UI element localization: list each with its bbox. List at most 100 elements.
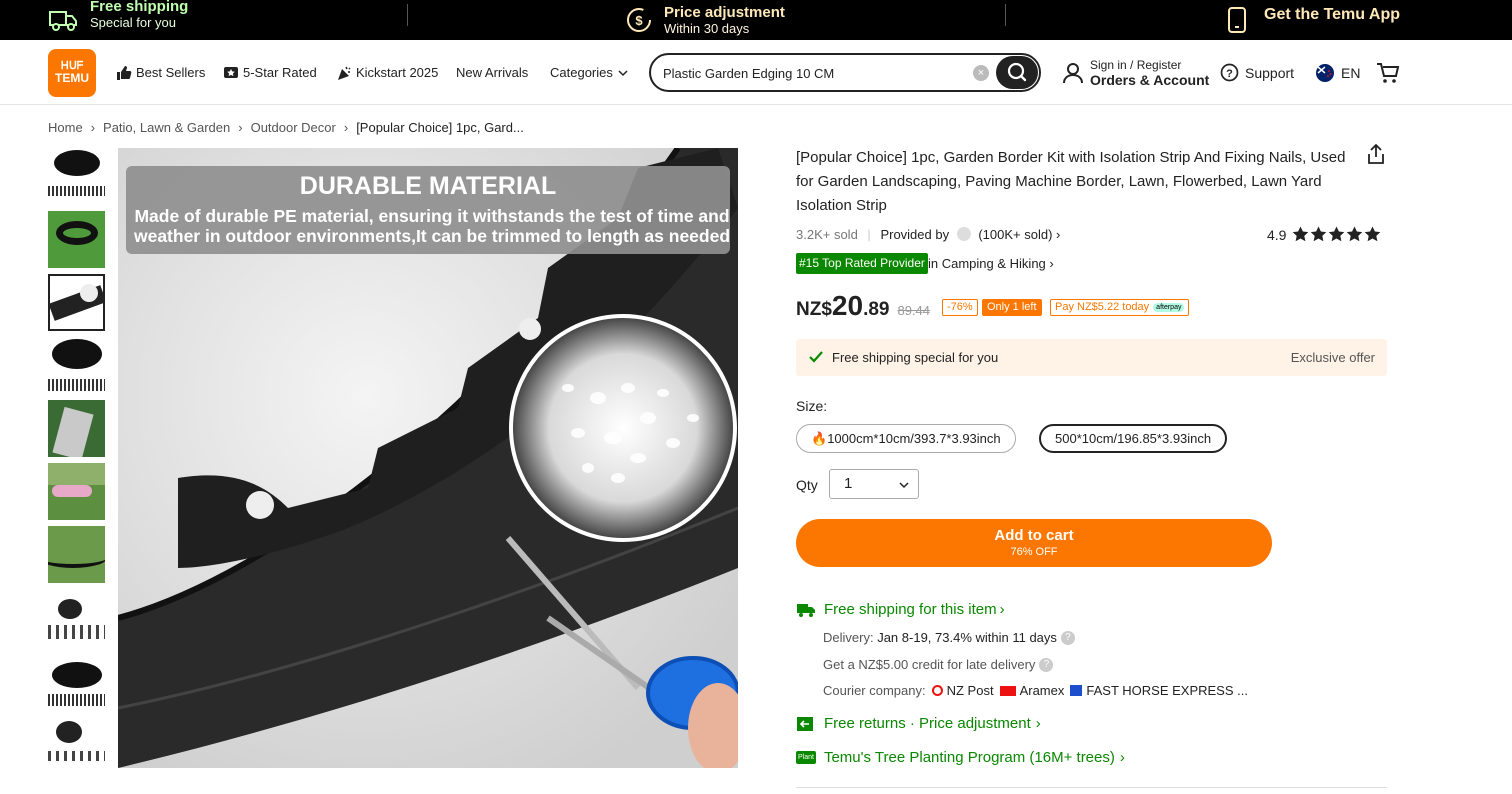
party-popper-icon (338, 66, 351, 80)
svg-text:?: ? (1226, 68, 1233, 80)
image-headline: DURABLE MATERIAL (299, 172, 557, 200)
quantity-select[interactable]: 1 (829, 469, 919, 499)
add-to-cart-sub: 76% OFF (1010, 546, 1058, 558)
get-app-promo[interactable]: Get the Temu App (1226, 0, 1400, 40)
support-link[interactable]: ? Support (1220, 40, 1294, 105)
breadcrumb: Home › Patio, Lawn & Garden › Outdoor Deco… (48, 120, 532, 135)
chevron-down-icon (899, 482, 909, 489)
size-label: Size: (796, 398, 828, 414)
thumbnail-5[interactable] (48, 400, 105, 457)
nav-best-sellers[interactable]: Best Sellers (116, 40, 205, 105)
search-input[interactable] (663, 63, 963, 83)
chevron-right-icon: › (1119, 749, 1125, 766)
language-selector[interactable]: EN (1316, 40, 1360, 105)
meta-divider: | (867, 227, 871, 242)
thumbnail-1[interactable] (48, 148, 105, 205)
search-icon (1007, 62, 1027, 82)
delivery-info: Delivery: Jan 8-19, 73.4% within 11 days… (823, 630, 1075, 645)
sold-count: 3.2K+ sold (796, 227, 858, 242)
breadcrumb-home[interactable]: Home (48, 120, 83, 135)
provider-sold[interactable]: (100K+ sold) (978, 227, 1052, 242)
nav-label: Best Sellers (136, 65, 206, 80)
dollar-clock-icon: $ (627, 8, 651, 32)
thumbnail-8[interactable] (48, 589, 105, 646)
nav-new-arrivals[interactable]: New Arrivals (456, 40, 528, 105)
thumbnail-9[interactable] (48, 652, 105, 709)
size-option-1000cm[interactable]: 🔥1000cm*10cm/393.7*3.93inch (796, 424, 1016, 453)
thumbnail-2[interactable] (48, 211, 105, 268)
logo-text: TEMU (55, 71, 89, 85)
check-icon (809, 351, 823, 363)
courier-name: NZ Post (946, 683, 994, 698)
sales-meta: 3.2K+ sold | Provided by (100K+ sold) › (796, 227, 1060, 242)
chevron-right-icon: › (999, 601, 1005, 618)
user-icon (1063, 62, 1083, 83)
qty-label: Qty (796, 477, 818, 493)
add-to-cart-button[interactable]: Add to cart 76% OFF (796, 519, 1272, 567)
free-returns-link[interactable]: Free returns · Price adjustment › (796, 715, 1041, 732)
rating[interactable]: 4.9 (1267, 226, 1382, 243)
price-adjustment-promo[interactable]: $ Price adjustment Within 30 days (625, 0, 785, 40)
nav-kickstart-2025[interactable]: Kickstart 2025 (336, 40, 438, 105)
courier-name: FAST HORSE EXPRESS ... (1086, 683, 1248, 698)
breadcrumb-patio[interactable]: Patio, Lawn & Garden (103, 120, 230, 135)
discount-badge: -76% (942, 299, 978, 316)
language-label: EN (1341, 64, 1361, 81)
thumbnail-3-selected[interactable] (48, 274, 105, 331)
info-icon[interactable]: ? (1039, 657, 1054, 672)
five-star-icon (1293, 226, 1381, 242)
divider (1005, 4, 1006, 26)
main-product-image[interactable]: DURABLE MATERIAL Made of durable PE mate… (118, 148, 738, 768)
product-title: [Popular Choice] 1pc, Garden Border Kit … (796, 149, 1346, 214)
breadcrumb-separator: › (343, 120, 349, 135)
size-option-label: 500*10cm/196.85*3.93inch (1055, 431, 1212, 446)
original-price: 89.44 (897, 303, 931, 318)
support-label: Support (1245, 64, 1295, 81)
free-shipping-item-link[interactable]: Free shipping for this item › (796, 601, 1005, 618)
provided-by-label: Provided by (880, 227, 950, 242)
thumbnail-6[interactable] (48, 463, 105, 520)
breadcrumb-outdoor-decor[interactable]: Outdoor Decor (251, 120, 336, 135)
account-menu[interactable]: Sign in / Register Orders & Account (1063, 40, 1209, 105)
help-circle-icon: ? (1220, 63, 1239, 82)
nz-post-logo-icon (931, 685, 943, 696)
delivery-label: Delivery: (823, 630, 874, 645)
chevron-right-icon: › (1056, 227, 1061, 242)
plant-badge-icon: Plant (796, 751, 816, 764)
cart-link[interactable] (1376, 40, 1400, 105)
share-button[interactable] (1366, 143, 1386, 170)
clear-search-icon[interactable]: × (973, 65, 989, 81)
thumbnail-4[interactable] (48, 337, 105, 394)
thumbnail-7[interactable] (48, 526, 105, 583)
pay-today-badge[interactable]: Pay NZ$5.22 today afterpay (1050, 299, 1190, 316)
top-rated-category[interactable]: in Camping & Hiking › (928, 256, 1054, 271)
late-delivery-credit: Get a NZ$5.00 credit for late delivery ? (823, 657, 1054, 672)
nav-five-star-rated[interactable]: 5-Star Rated (223, 40, 317, 105)
search-button[interactable] (996, 56, 1038, 89)
info-icon[interactable]: ? (1060, 630, 1075, 645)
pay-today-label: Pay NZ$5.22 today (1055, 301, 1150, 313)
search-bar: × (649, 53, 1041, 92)
promo-bar: Free shipping Special for you $ Price ad… (0, 0, 1512, 40)
breadcrumb-current: [Popular Choice] 1pc, Gard... (356, 120, 524, 135)
exclusive-offer: Exclusive offer (1290, 350, 1375, 365)
temu-logo[interactable]: ᕼᑌᖴ TEMU (48, 49, 96, 97)
image-body-text: Made of durable PE material, ensuring it… (133, 206, 731, 246)
thumbnail-10[interactable] (48, 715, 105, 768)
nav-categories[interactable]: Categories (550, 40, 629, 105)
orders-account-label: Orders & Account (1090, 71, 1210, 88)
chevron-right-icon: › (1049, 256, 1054, 271)
star-badge-icon (224, 66, 238, 78)
add-to-cart-label: Add to cart (994, 527, 1074, 544)
price-adjustment-sub: Within 30 days (664, 20, 750, 36)
return-box-icon (797, 716, 813, 731)
stock-badge: Only 1 left (982, 299, 1042, 316)
shipping-notice: Free shipping special for you Exclusive … (796, 339, 1387, 376)
size-option-500cm-selected[interactable]: 500*10cm/196.85*3.93inch (1039, 424, 1228, 453)
free-shipping-promo[interactable]: Free shipping Special for you (48, 0, 188, 40)
phone-icon (1228, 7, 1246, 33)
courier-info: Courier company: NZ Post Aramex FAST HOR… (823, 683, 1248, 698)
price-integer: 20 (831, 290, 864, 321)
flame-icon: 🔥 (811, 431, 828, 446)
tree-planting-link[interactable]: Plant Temu's Tree Planting Program (16M+… (796, 749, 1125, 766)
